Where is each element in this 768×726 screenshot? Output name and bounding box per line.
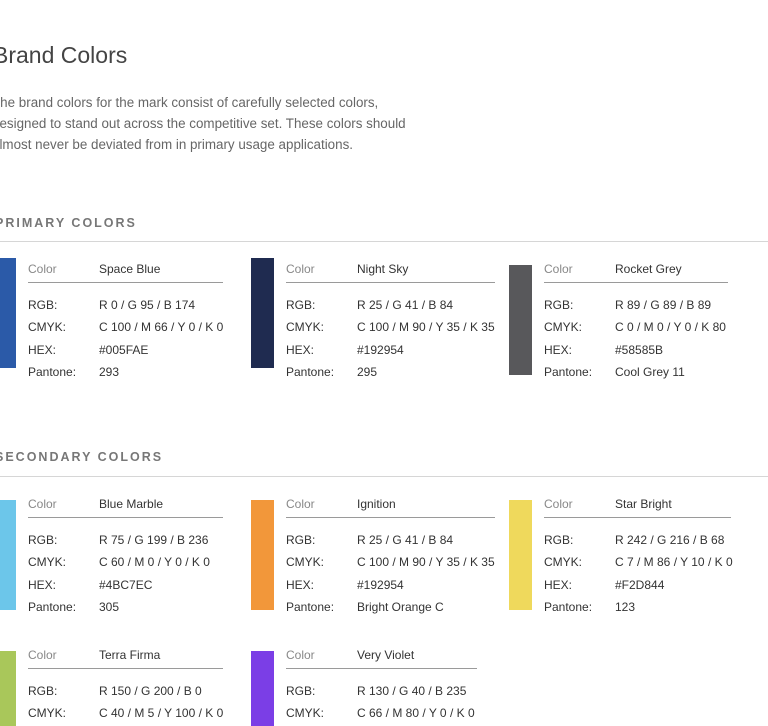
cmyk-label: CMYK:: [28, 555, 67, 569]
intro-paragraph: The brand colors for the mark consist of…: [0, 95, 406, 152]
color-card-rocket-grey: Color Rocket Grey RGB: R 89 / G 89 / B 8…: [509, 258, 759, 388]
cmyk-value: C 7 / M 86 / Y 10 / K 0: [615, 555, 733, 569]
rgb-label: RGB:: [286, 298, 316, 312]
rgb-label: RGB:: [28, 684, 58, 698]
cmyk-value: C 0 / M 0 / Y 0 / K 80: [615, 320, 726, 334]
rgb-label: RGB:: [544, 298, 574, 312]
cmyk-label: CMYK:: [286, 706, 325, 720]
pantone-label: Pantone:: [28, 365, 77, 379]
color-card-blue-marble: Color Blue Marble RGB: R 75 / G 199 / B …: [0, 493, 233, 623]
hex-value: #192954: [357, 578, 404, 592]
hex-value: #192954: [357, 343, 404, 357]
color-swatch: [251, 500, 274, 610]
color-card-terra-firma: Color Terra Firma RGB: R 150 / G 200 / B…: [0, 644, 233, 726]
pantone-label: Pantone:: [544, 600, 593, 614]
color-name: Blue Marble: [99, 497, 164, 511]
secondary-divider: [0, 476, 768, 477]
color-card-very-violet: Color Very Violet RGB: R 130 / G 40 / B …: [251, 644, 501, 726]
cmyk-value: C 100 / M 90 / Y 35 / K 35: [357, 320, 495, 334]
color-label: Color: [286, 648, 315, 662]
color-label: Color: [544, 262, 573, 276]
hex-label: HEX:: [544, 578, 573, 592]
cmyk-label: CMYK:: [286, 320, 325, 334]
color-name: Star Bright: [615, 497, 672, 511]
cmyk-label: CMYK:: [544, 320, 583, 334]
primary-divider: [0, 241, 768, 242]
color-card-star-bright: Color Star Bright RGB: R 242 / G 216 / B…: [509, 493, 759, 623]
cmyk-label: CMYK:: [286, 555, 325, 569]
hex-label: HEX:: [28, 578, 57, 592]
cmyk-value: C 60 / M 0 / Y 0 / K 0: [99, 555, 210, 569]
cmyk-value: C 100 / M 90 / Y 35 / K 35: [357, 555, 495, 569]
pantone-value: Cool Grey 11: [615, 365, 685, 379]
color-label: Color: [286, 497, 315, 511]
rgb-value: R 75 / G 199 / B 236: [99, 533, 209, 547]
color-name: Space Blue: [99, 262, 161, 276]
pantone-value: 293: [99, 365, 120, 379]
color-name: Terra Firma: [99, 648, 161, 662]
pantone-label: Pantone:: [28, 600, 77, 614]
rgb-value: R 242 / G 216 / B 68: [615, 533, 725, 547]
cmyk-value: C 66 / M 80 / Y 0 / K 0: [357, 706, 475, 720]
cmyk-label: CMYK:: [28, 320, 67, 334]
page-title: Brand Colors: [0, 42, 128, 68]
rgb-value: R 0 / G 95 / B 174: [99, 298, 196, 312]
rgb-value: R 25 / G 41 / B 84: [357, 533, 454, 547]
rgb-value: R 130 / G 40 / B 235: [357, 684, 467, 698]
rgb-label: RGB:: [544, 533, 574, 547]
color-name: Night Sky: [357, 262, 409, 276]
rgb-value: R 25 / G 41 / B 84: [357, 298, 454, 312]
color-swatch: [0, 500, 16, 610]
pantone-label: Pantone:: [544, 365, 593, 379]
cmyk-label: CMYK:: [28, 706, 67, 720]
color-label: Color: [28, 648, 57, 662]
hex-label: HEX:: [28, 343, 57, 357]
color-label: Color: [28, 497, 57, 511]
color-swatch: [0, 258, 16, 368]
pantone-value: 123: [615, 600, 636, 614]
color-label: Color: [28, 262, 57, 276]
rgb-label: RGB:: [286, 533, 316, 547]
hex-label: HEX:: [286, 343, 315, 357]
hex-label: HEX:: [286, 578, 315, 592]
pantone-value: 305: [99, 600, 120, 614]
cmyk-label: CMYK:: [544, 555, 583, 569]
hex-label: HEX:: [544, 343, 573, 357]
color-swatch: [251, 651, 274, 726]
color-name: Ignition: [357, 497, 396, 511]
cmyk-value: C 100 / M 66 / Y 0 / K 0: [99, 320, 224, 334]
color-name: Very Violet: [357, 648, 415, 662]
color-label: Color: [544, 497, 573, 511]
hex-value: #005FAE: [99, 343, 149, 357]
color-card-space-blue: Color Space Blue RGB: R 0 / G 95 / B 174…: [0, 258, 233, 388]
rgb-label: RGB:: [28, 533, 58, 547]
secondary-colors-heading: SECONDARY COLORS: [0, 450, 164, 464]
hex-value: #F2D844: [615, 578, 665, 592]
rgb-value: R 89 / G 89 / B 89: [615, 298, 712, 312]
hex-value: #58585B: [615, 343, 664, 357]
color-card-night-sky: Color Night Sky RGB: R 25 / G 41 / B 84 …: [251, 258, 501, 388]
cmyk-value: C 40 / M 5 / Y 100 / K 0: [99, 706, 224, 720]
pantone-label: Pantone:: [286, 365, 335, 379]
pantone-value: Bright Orange C: [357, 600, 444, 614]
color-label: Color: [286, 262, 315, 276]
color-swatch: [509, 500, 532, 610]
pantone-value: 295: [357, 365, 378, 379]
hex-value: #4BC7EC: [99, 578, 153, 592]
color-name: Rocket Grey: [615, 262, 682, 276]
rgb-value: R 150 / G 200 / B 0: [99, 684, 202, 698]
pantone-label: Pantone:: [286, 600, 335, 614]
rgb-label: RGB:: [286, 684, 316, 698]
color-swatch: [509, 265, 532, 375]
color-card-ignition: Color Ignition RGB: R 25 / G 41 / B 84 C…: [251, 493, 501, 623]
rgb-label: RGB:: [28, 298, 58, 312]
color-swatch: [251, 258, 274, 368]
primary-colors-heading: PRIMARY COLORS: [0, 216, 137, 230]
color-swatch: [0, 651, 16, 726]
